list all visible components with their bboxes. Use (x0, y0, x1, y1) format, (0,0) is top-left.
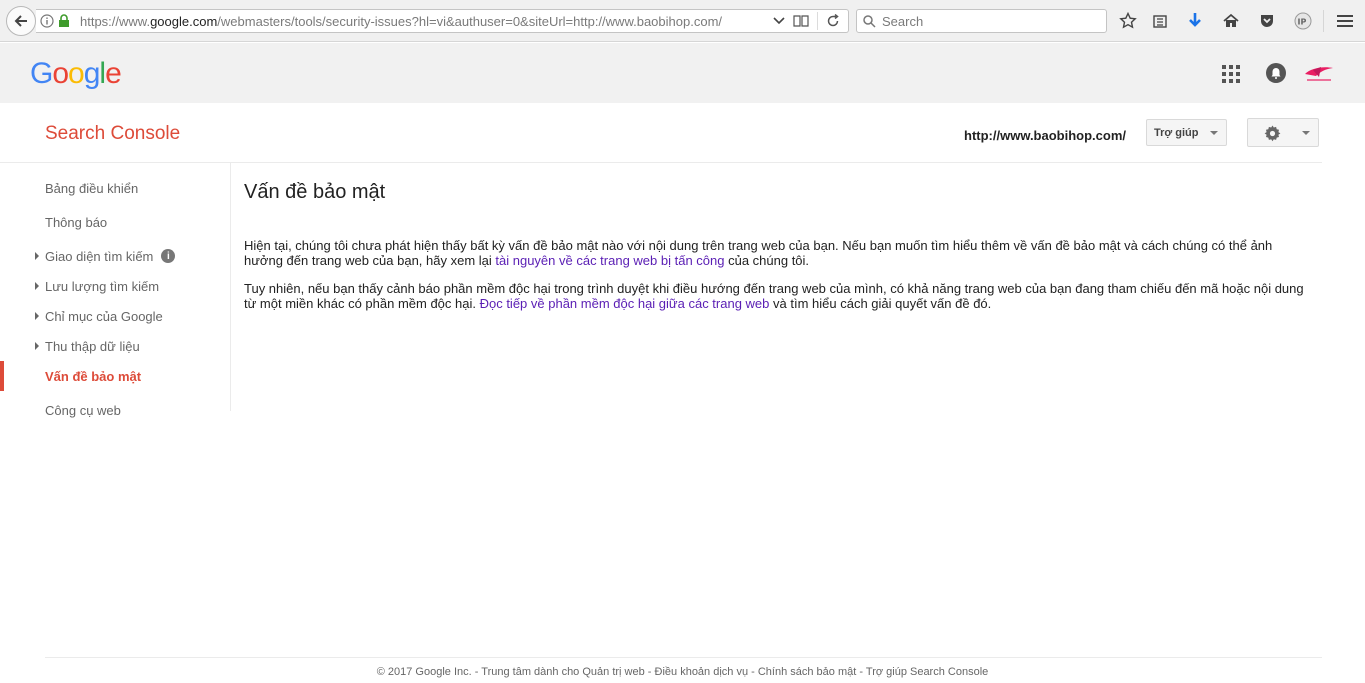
gear-icon (1264, 125, 1281, 142)
svg-text:IP: IP (1298, 18, 1307, 27)
logo-letter: o (52, 57, 69, 90)
browser-search-input[interactable] (882, 13, 1092, 29)
sidebar-item-security-issues[interactable]: Vấn đề bảo mật (0, 361, 230, 391)
expand-triangle-icon (35, 342, 39, 350)
divider (817, 12, 818, 30)
reader-view-icon[interactable] (793, 14, 809, 28)
sidebar-item-label: Công cụ web (45, 402, 121, 418)
sidebar-item-web-tools[interactable]: Công cụ web (0, 395, 230, 425)
download-icon[interactable] (1185, 11, 1205, 31)
footer-separator: - (644, 666, 655, 678)
browser-toolbar: https://www.google.com/webmasters/tools/… (0, 0, 1365, 42)
sidebar-item-label: Giao diện tìm kiếm (45, 248, 154, 264)
sidebar-item-label: Chỉ mục của Google (45, 308, 163, 324)
account-avatar[interactable] (1303, 61, 1335, 85)
browser-search-box[interactable] (856, 9, 1107, 33)
hacked-sites-resources-link[interactable]: tài nguyên về các trang web bị tấn công (495, 253, 724, 268)
bookmark-star-icon[interactable] (1118, 11, 1138, 31)
sidebar-item-crawl[interactable]: Thu thập dữ liệu (0, 331, 230, 361)
sidebar-item-label: Lưu lượng tìm kiếm (45, 278, 160, 294)
footer-separator: - (471, 666, 482, 678)
home-icon[interactable] (1221, 11, 1241, 31)
logo-letter: e (105, 57, 122, 90)
malware-paragraph: Tuy nhiên, nếu bạn thấy cảnh báo phần mề… (244, 281, 1306, 311)
google-logo[interactable]: Google (30, 57, 122, 91)
webmaster-central-link[interactable]: Trung tâm dành cho Quản trị web (481, 666, 644, 678)
copyright: © 2017 Google Inc. (376, 666, 472, 678)
sidebar-item-search-traffic[interactable]: Lưu lượng tìm kiếm (0, 271, 230, 301)
paragraph-text: và tìm hiểu cách giải quyết vấn đề đó. (769, 296, 992, 311)
reload-icon[interactable] (826, 14, 840, 28)
expand-triangle-icon (35, 252, 39, 260)
back-button[interactable] (6, 6, 36, 36)
product-title[interactable]: Search Console (45, 123, 180, 145)
divider (1323, 10, 1324, 32)
terms-of-service-link[interactable]: Điều khoản dịch vụ (655, 666, 749, 678)
info-icon[interactable]: i (161, 249, 176, 263)
hamburger-menu-icon[interactable] (1335, 11, 1355, 31)
settings-button[interactable] (1247, 118, 1319, 147)
ip-extension-icon[interactable]: IP (1293, 11, 1313, 31)
chevron-down-icon[interactable] (773, 17, 785, 25)
sidebar-item-label: Thu thập dữ liệu (45, 338, 140, 354)
pocket-icon[interactable] (1257, 11, 1277, 31)
sidebar-item-messages[interactable]: Thông báo (0, 207, 230, 237)
footer-separator: - (856, 666, 866, 678)
expand-triangle-icon (35, 312, 39, 320)
paragraph-text: của chúng tôi. (724, 253, 810, 268)
logo-letter: g (83, 57, 101, 90)
notification-bell-icon[interactable] (1266, 63, 1286, 83)
footer: © 2017 Google Inc. - Trung tâm dành cho … (0, 666, 1365, 678)
url-text[interactable]: https://www.google.com/webmasters/tools/… (80, 14, 773, 29)
lock-icon[interactable] (58, 14, 70, 28)
chevron-down-icon (1302, 131, 1310, 135)
logo-letter: o (68, 57, 85, 90)
bookmarks-library-icon[interactable] (1150, 11, 1170, 31)
site-url[interactable]: http://www.baobihop.com/ (964, 128, 1126, 143)
back-arrow-icon (14, 15, 27, 27)
google-header: Google (0, 43, 1365, 103)
privacy-policy-link[interactable]: Chính sách bảo mật (758, 666, 856, 678)
sidebar-item-google-index[interactable]: Chỉ mục của Google (0, 301, 230, 331)
sidebar-item-dashboard[interactable]: Bảng điều khiển (0, 173, 230, 203)
status-paragraph: Hiện tại, chúng tôi chưa phát hiện thấy … (244, 238, 1306, 268)
page-title: Vấn đề bảo mật (244, 181, 386, 203)
sidebar-item-label: Thông báo (45, 214, 108, 230)
help-button[interactable]: Trợ giúp (1146, 119, 1227, 146)
info-circle-icon[interactable] (40, 14, 54, 28)
sidebar-item-label: Bảng điều khiển (45, 180, 139, 196)
expand-triangle-icon (35, 282, 39, 290)
sidebar-nav: Bảng điều khiển Thông báo Giao diện tìm … (0, 163, 231, 418)
sidebar-item-search-appearance[interactable]: Giao diện tìm kiếm i (0, 241, 230, 271)
apps-grid-icon[interactable] (1222, 65, 1240, 83)
footer-separator: - (748, 666, 758, 678)
search-console-help-link[interactable]: Trợ giúp Search Console (866, 666, 988, 678)
divider (45, 657, 1322, 658)
cross-site-malware-link[interactable]: Đọc tiếp về phần mềm độc hại giữa các tr… (480, 296, 770, 311)
help-button-label: Trợ giúp (1154, 126, 1199, 139)
address-bar[interactable]: https://www.google.com/webmasters/tools/… (36, 9, 849, 33)
chevron-down-icon (1210, 131, 1218, 135)
logo-letter: G (30, 57, 53, 90)
sidebar-item-label: Vấn đề bảo mật (45, 368, 142, 384)
search-console-bar: Search Console http://www.baobihop.com/ … (0, 103, 1365, 163)
search-icon (863, 14, 876, 28)
